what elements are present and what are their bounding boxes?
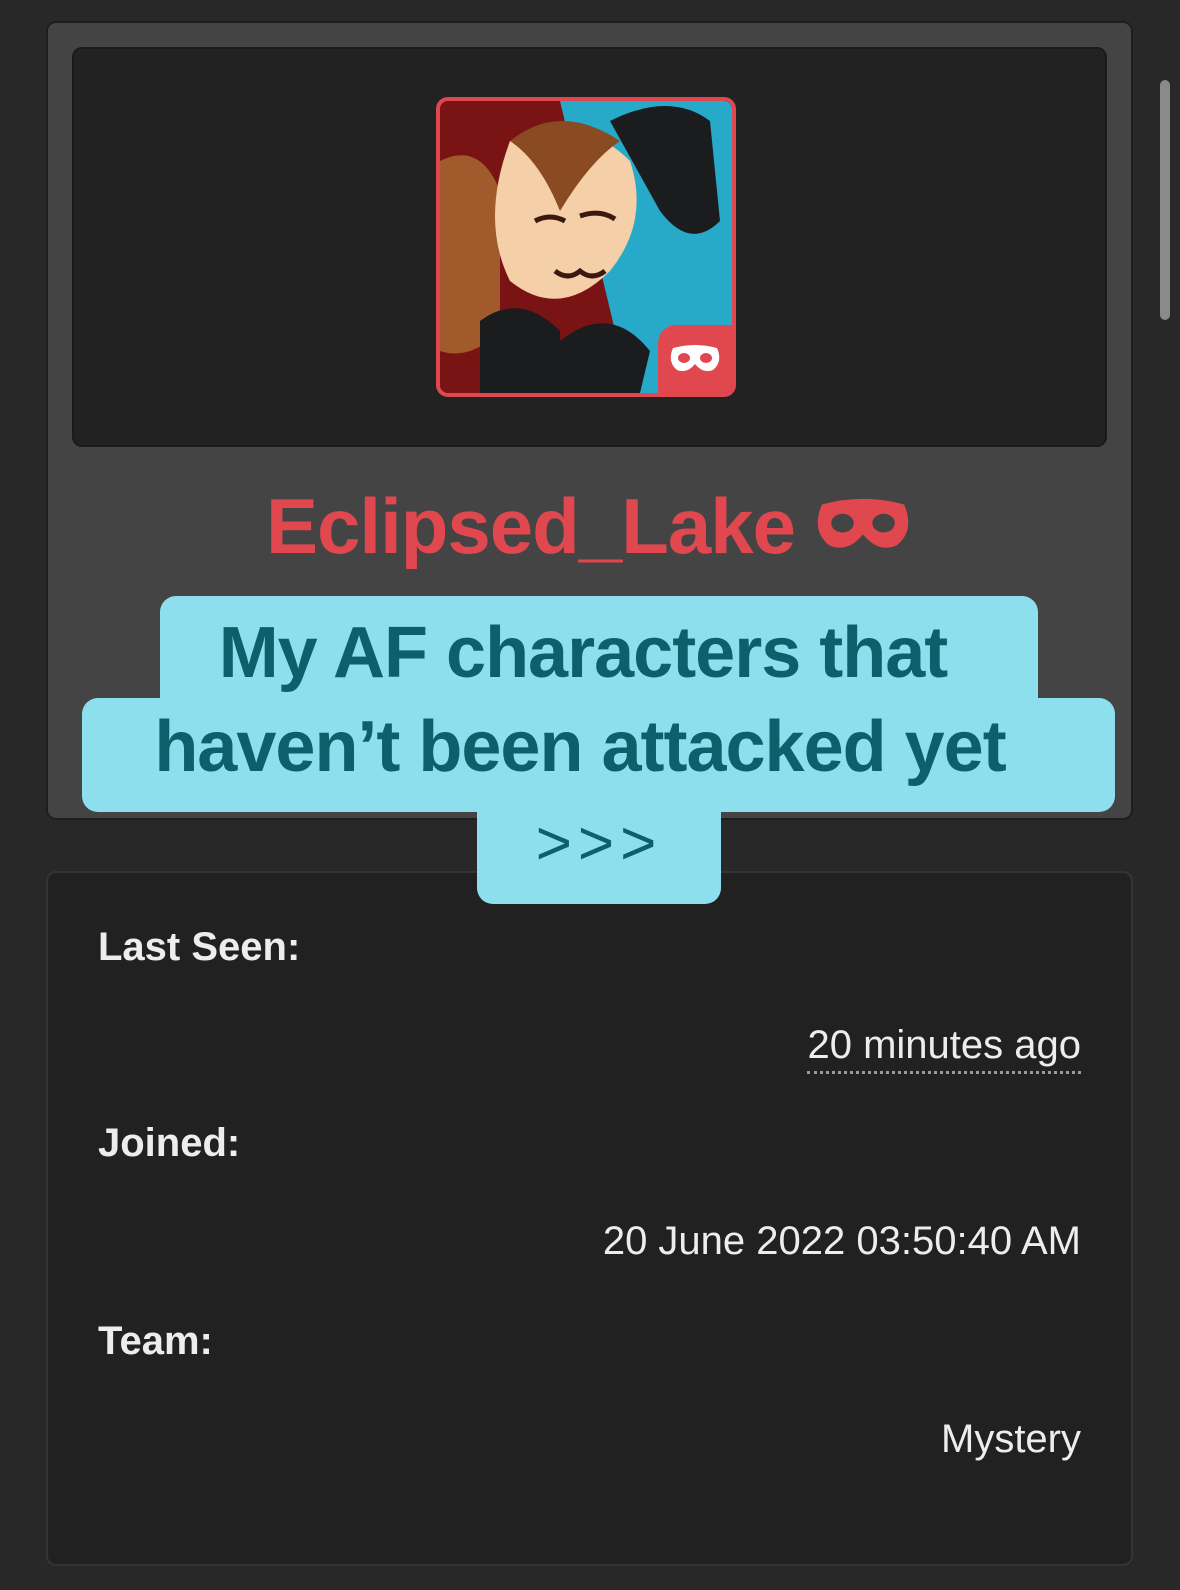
last-seen-time[interactable]: 20 minutes ago xyxy=(807,1023,1081,1074)
stats-card: Last Seen: 20 minutes ago Joined: 20 Jun… xyxy=(46,871,1133,1566)
team-value: Mystery xyxy=(941,1417,1081,1461)
scrollbar[interactable] xyxy=(1160,80,1170,320)
caption-line3: >>> xyxy=(535,809,663,878)
mask-icon xyxy=(813,481,913,572)
caption-line2: haven’t been attacked yet xyxy=(154,707,1006,787)
username[interactable]: Eclipsed_Lake xyxy=(48,481,1131,578)
avatar-frame xyxy=(72,47,1107,447)
joined-label: Joined: xyxy=(98,1121,241,1165)
team-label: Team: xyxy=(98,1319,213,1363)
last-seen-label: Last Seen: xyxy=(98,925,301,969)
avatar[interactable] xyxy=(436,97,736,397)
mask-badge-icon xyxy=(658,325,732,393)
caption-line1: My AF characters that xyxy=(218,613,949,693)
last-seen-value[interactable]: 20 minutes ago xyxy=(807,1023,1081,1074)
joined-value: 20 June 2022 03:50:40 AM xyxy=(602,1219,1081,1263)
username-text[interactable]: Eclipsed_Lake xyxy=(266,482,796,570)
profile-page: Eclipsed_Lake Last Seen: 20 minutes ago … xyxy=(0,0,1180,1590)
